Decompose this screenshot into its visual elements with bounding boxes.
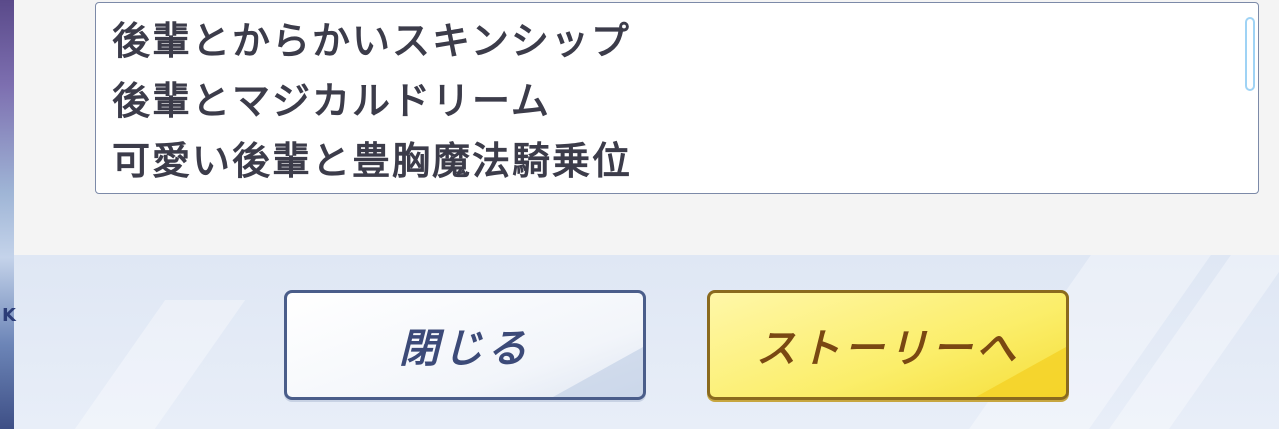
scene-list[interactable]: 後輩とからかいスキンシップ 後輩とマジカルドリーム 可愛い後輩と豊胸魔法騎乗位 [95, 2, 1259, 194]
character-art-strip: K [0, 0, 16, 429]
background-decoration [74, 300, 246, 429]
go-to-story-button[interactable]: ストーリーへ [707, 290, 1069, 400]
scrollbar-track[interactable] [1245, 11, 1255, 187]
dialog-stage: K 後輩とからかいスキンシップ 後輩とマジカルドリーム 可愛い後輩と豊胸魔法騎乗… [0, 0, 1279, 429]
button-corner-accent [553, 347, 643, 397]
list-item[interactable]: 可愛い後輩と豊胸魔法騎乗位 [112, 135, 632, 195]
close-button-label: 閉じる [399, 326, 531, 372]
list-item[interactable]: 後輩とからかいスキンシップ [112, 15, 632, 75]
scrollbar-thumb[interactable] [1245, 17, 1255, 91]
scene-list-items: 後輩とからかいスキンシップ 後輩とマジカルドリーム 可愛い後輩と豊胸魔法騎乗位 [112, 15, 632, 195]
go-to-story-button-label: ストーリーへ [756, 326, 1020, 372]
list-item[interactable]: 後輩とマジカルドリーム [112, 75, 632, 135]
character-art-mark: K [2, 305, 16, 326]
close-button[interactable]: 閉じる [284, 290, 646, 400]
